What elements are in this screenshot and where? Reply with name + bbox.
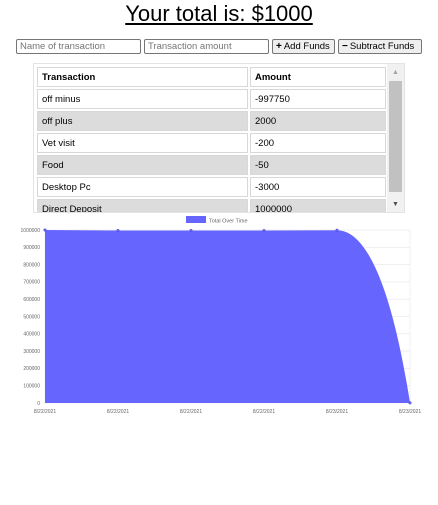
transaction-name-cell: Direct Deposit	[37, 199, 248, 212]
page-title: Your total is: $1000	[125, 1, 313, 26]
x-tick-label: 8/22/2021	[253, 409, 275, 415]
transactions-table: Transaction Amount off minus -997750 off…	[35, 65, 388, 212]
legend-label: Total Over Time	[209, 219, 248, 225]
transaction-name-cell: off plus	[37, 111, 248, 131]
legend-swatch	[186, 216, 206, 223]
y-tick-label: 900000	[23, 245, 40, 251]
chart-area	[45, 230, 410, 403]
table-row: off plus 2000	[37, 111, 386, 131]
y-axis-ticks: 0 100000 200000 300000 400000 500000 600000 700…	[21, 228, 41, 407]
y-tick-label: 300000	[23, 349, 40, 355]
table-row: Vet visit -200	[37, 133, 386, 153]
y-tick-label: 600000	[23, 297, 40, 303]
transaction-amount-cell: -997750	[250, 89, 386, 109]
column-header-amount: Amount	[250, 67, 386, 87]
column-header-transaction: Transaction	[37, 67, 248, 87]
x-tick-label: 8/22/2021	[180, 409, 202, 415]
data-point	[262, 229, 266, 233]
y-tick-label: 100000	[23, 384, 40, 390]
total-over-time-chart: 0 100000 200000 300000 400000 500000 600000 700…	[21, 216, 421, 415]
transaction-amount-cell: 1000000	[250, 199, 386, 212]
scroll-down-arrow-icon[interactable]: ▼	[387, 196, 404, 212]
scrollbar-thumb[interactable]	[389, 81, 402, 192]
transaction-name-input[interactable]	[16, 39, 141, 54]
table-scrollbar[interactable]: ▲ ▼	[387, 64, 404, 212]
plus-icon: +	[276, 40, 282, 52]
scroll-up-arrow-icon[interactable]: ▲	[387, 64, 404, 80]
x-tick-label: 8/22/2021	[34, 409, 56, 415]
y-tick-label: 200000	[23, 366, 40, 372]
y-tick-label: 1000000	[21, 228, 41, 234]
table-row: Direct Deposit 1000000	[37, 199, 386, 212]
data-point	[408, 401, 412, 405]
data-point	[116, 228, 120, 233]
y-tick-label: 700000	[23, 280, 40, 286]
y-tick-label: 800000	[23, 262, 40, 268]
transaction-name-cell: off minus	[37, 89, 248, 109]
transaction-amount-cell: -3000	[250, 177, 386, 197]
transaction-amount-input[interactable]	[144, 39, 269, 54]
transactions-table-container[interactable]: Transaction Amount off minus -997750 off…	[33, 63, 405, 213]
data-point	[189, 228, 193, 233]
table-row: off minus -997750	[37, 89, 386, 109]
y-tick-label: 400000	[23, 332, 40, 338]
add-funds-label: Add Funds	[283, 40, 330, 52]
minus-icon: −	[342, 40, 348, 52]
table-row: Food -50	[37, 155, 386, 175]
data-point	[335, 228, 339, 232]
table-row: Desktop Pc -3000	[37, 177, 386, 197]
subtract-funds-label: Subtract Funds	[349, 40, 415, 52]
table-header-row: Transaction Amount	[37, 67, 386, 87]
transaction-name-cell: Desktop Pc	[37, 177, 248, 197]
transaction-name-cell: Vet visit	[37, 133, 248, 153]
x-tick-label: 8/22/2021	[107, 409, 129, 415]
x-tick-label: 8/23/2021	[399, 409, 421, 415]
x-axis-ticks: 8/22/2021 8/22/2021 8/22/2021 8/22/2021 8/23…	[34, 409, 421, 415]
x-tick-label: 8/23/2021	[326, 409, 348, 415]
y-tick-label: 500000	[23, 314, 40, 320]
transaction-name-cell: Food	[37, 155, 248, 175]
transaction-amount-cell: -200	[250, 133, 386, 153]
add-funds-button[interactable]: + Add Funds	[272, 39, 335, 54]
transaction-amount-cell: 2000	[250, 111, 386, 131]
subtract-funds-button[interactable]: − Subtract Funds	[338, 39, 422, 54]
data-point	[43, 228, 47, 232]
transaction-amount-cell: -50	[250, 155, 386, 175]
y-tick-label: 0	[37, 401, 40, 407]
